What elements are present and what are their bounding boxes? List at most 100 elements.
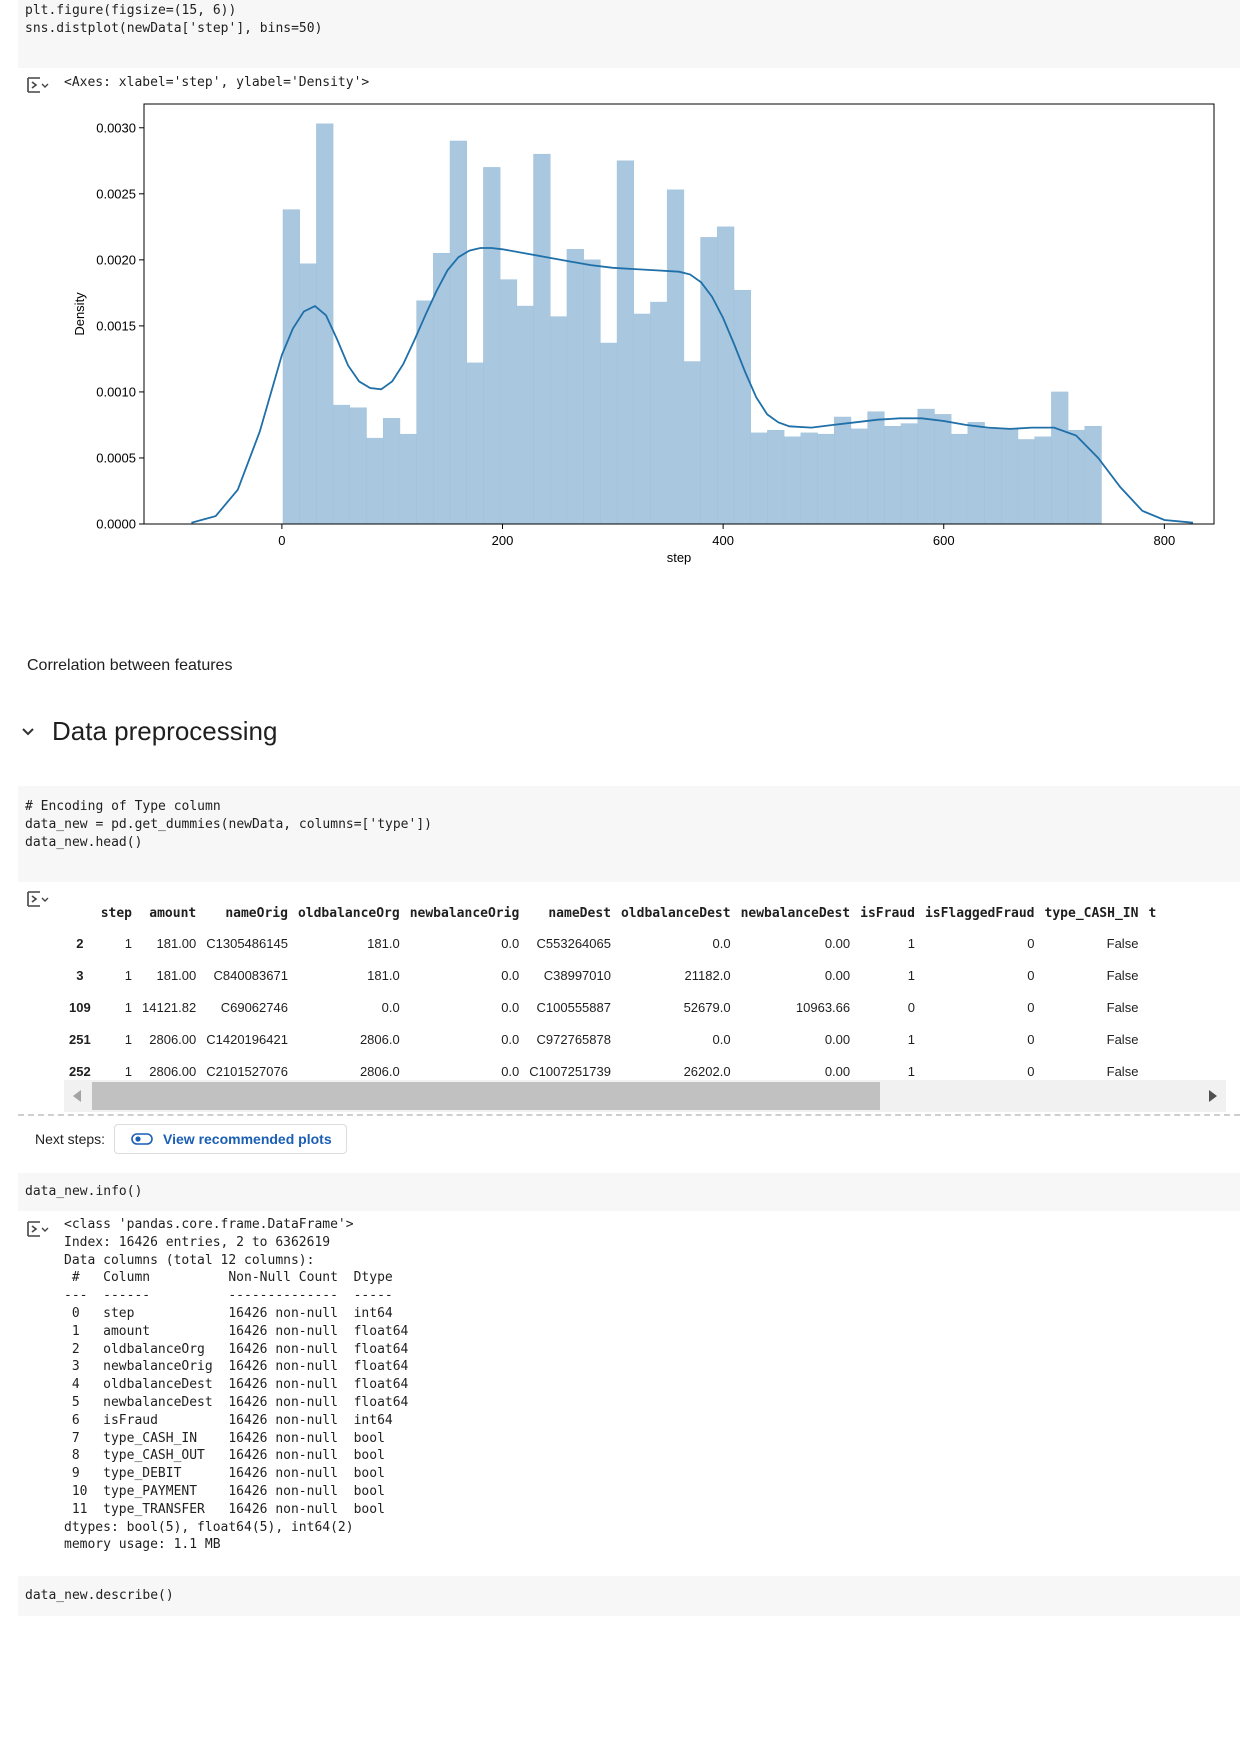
column-header: newbalanceDest [740, 905, 851, 921]
x-tick-label: 0 [278, 533, 285, 548]
chevron-down-icon[interactable] [18, 722, 38, 742]
code-cell-describe[interactable]: data_new.describe() [18, 1576, 1240, 1616]
info-line: 8 type_CASH_OUT 16426 non-null bool [64, 1448, 409, 1464]
code-cell-encoding[interactable]: # Encoding of Type column data_new = pd.… [18, 786, 1240, 882]
histogram-bar [683, 361, 701, 525]
table-cell: 1 [855, 928, 920, 960]
code-line: data_new.describe() [25, 1588, 174, 1603]
info-line: 4 oldbalanceDest 16426 non-null float64 [64, 1377, 409, 1393]
table-cell: 0 [1027, 968, 1035, 984]
row-index: 109 [64, 991, 96, 1024]
scroll-right-arrow-icon[interactable] [1198, 1080, 1226, 1112]
toggle-icon [131, 1133, 153, 1145]
histogram-bar [616, 160, 635, 525]
y-tick-label: 0.0015 [96, 318, 136, 333]
table-cell: 1 [907, 968, 915, 984]
table-cell: 0.00 [824, 968, 851, 984]
scrollbar-thumb[interactable] [92, 1082, 880, 1110]
index-header [64, 898, 96, 928]
section-header[interactable]: Data preprocessing [18, 716, 277, 747]
histogram-bar [566, 249, 584, 525]
code-line: sns.distplot(newData['step'], bins=50) [25, 21, 323, 36]
histogram-bar [299, 263, 317, 525]
table-cell: False [1106, 1031, 1139, 1047]
table-cell: 0 [919, 928, 1040, 960]
column-header: isFlaggedFraud [924, 905, 1035, 921]
table-cell: 1 [124, 1031, 133, 1047]
info-line: <class 'pandas.core.frame.DataFrame'> [64, 1217, 354, 1232]
x-tick-label: 200 [492, 533, 514, 548]
info-line: 7 type_CASH_IN 16426 non-null bool [64, 1430, 409, 1446]
table-cell: 52679.0 [615, 991, 736, 1024]
histogram-bar [1051, 391, 1069, 525]
histogram-bar [767, 429, 785, 525]
table-cell: False [1106, 968, 1139, 984]
histogram-bar [633, 313, 651, 525]
table-cell: 0.0 [292, 991, 405, 1024]
histogram-bar [934, 414, 952, 525]
histogram-bar [483, 167, 501, 525]
x-axis-label: step [667, 550, 692, 565]
code-cell-info[interactable]: data_new.info() [18, 1173, 1240, 1211]
table-cell: 0.0 [404, 991, 525, 1024]
table-cell: 0.0 [501, 1031, 520, 1047]
histogram-bar [800, 432, 818, 525]
table-cell: 0 [1027, 1031, 1035, 1047]
output-toggle-icon[interactable] [26, 1220, 50, 1238]
histogram-bar [717, 226, 735, 525]
histogram-bar [1067, 429, 1086, 525]
table-cell: C1305486145 [201, 928, 293, 960]
info-line: Index: 16426 entries, 2 to 6362619 [64, 1234, 331, 1250]
next-steps-label: Next steps: [35, 1131, 106, 1147]
scroll-left-arrow-icon[interactable] [64, 1080, 92, 1112]
table-cell: 181.00 [156, 968, 197, 984]
table-cell: 14121.82 [137, 991, 202, 1024]
histogram-bar [1001, 428, 1019, 525]
column-header: oldbalanceDest [620, 905, 731, 921]
table-cell: 1 [907, 1031, 915, 1047]
histogram-bar [984, 428, 1002, 525]
table-row: 109 1 14121.82 C69062746 0.0 0.0 C100555887 526… [64, 991, 1162, 1024]
view-recommended-plots-button[interactable]: View recommended plots [114, 1124, 347, 1154]
table-cell: C1420196421 [206, 1031, 288, 1047]
table-cell: 0.0 [712, 1031, 731, 1047]
horizontal-scrollbar[interactable] [64, 1080, 1226, 1112]
info-line: 2 oldbalanceOrg 16426 non-null float64 [64, 1341, 409, 1357]
table-cell [1143, 1023, 1161, 1055]
dataframe-table: step amount nameOrig oldbalanceOrg newbalanc… [64, 898, 1162, 1087]
info-line: Data columns (total 12 columns): [64, 1252, 315, 1268]
table-row: 3 1 181.00 C840083671 181.0 0.0 C38997010 21182… [64, 960, 1161, 992]
row-index: 2 [64, 928, 96, 960]
y-tick-label: 0.0020 [96, 252, 136, 267]
x-tick-label: 800 [1154, 533, 1176, 548]
column-header: nameOrig [225, 905, 288, 921]
histogram-bar [833, 416, 852, 525]
table-cell: 0.0 [615, 928, 736, 960]
histogram-bar [750, 432, 768, 525]
histogram-bar [282, 209, 300, 525]
table-cell: 0.0 [501, 968, 520, 984]
info-line: --- ------ -------------- ----- [64, 1288, 409, 1304]
code-cell-distplot[interactable]: plt.figure(figsize=(15, 6)) sns.distplot… [18, 0, 1240, 68]
histogram-bar [466, 362, 484, 525]
histogram-bar [650, 301, 668, 525]
table-cell: 181.00 [137, 928, 202, 960]
histogram-bar [917, 408, 935, 525]
table-cell: C100555887 [524, 991, 616, 1024]
info-line: 1 amount 16426 non-null float64 [64, 1323, 409, 1339]
output-toggle-icon[interactable] [26, 890, 50, 908]
info-line: 11 type_TRANSFER 16426 non-null bool [64, 1501, 409, 1517]
table-cell: 181.0 [292, 928, 405, 960]
table-cell: C972765878 [536, 1031, 611, 1047]
table-cell: 10963.66 [735, 991, 856, 1024]
histogram-bar [499, 279, 518, 525]
histogram-bar [817, 433, 835, 525]
row-index: 3 [76, 968, 84, 984]
table-row: 2 1 181.00 C1305486145 181.0 0.0 C553264065 0.0… [64, 928, 1162, 960]
column-header: newbalanceOrig [409, 905, 520, 921]
histogram-bar [382, 418, 401, 525]
output-toggle-icon[interactable] [26, 76, 50, 94]
info-line: 0 step 16426 non-null int64 [64, 1305, 409, 1321]
table-cell: C38997010 [543, 968, 611, 984]
histogram-bar [1084, 426, 1102, 525]
